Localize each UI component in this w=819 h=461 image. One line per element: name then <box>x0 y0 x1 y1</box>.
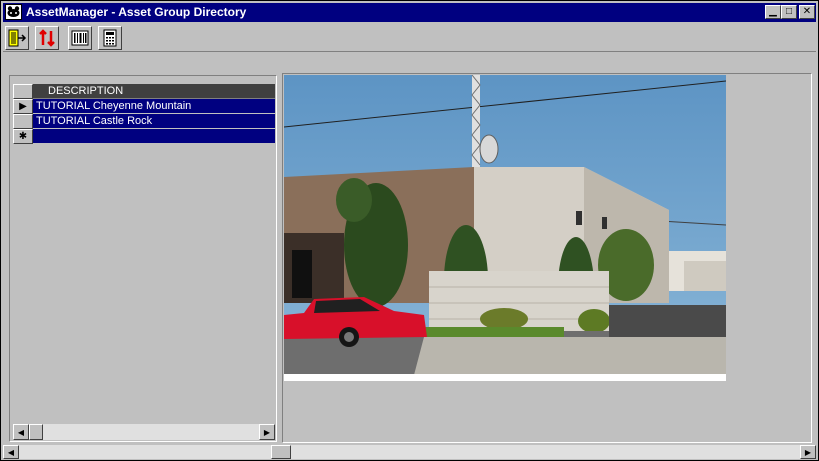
minimize-button[interactable]: ▁ <box>765 5 781 19</box>
app-logo-icon[interactable] <box>5 4 22 20</box>
table-row[interactable]: ▶ TUTORIAL Cheyenne Mountain <box>13 99 275 114</box>
scroll-left-button[interactable]: ◀ <box>13 424 29 440</box>
toolbar <box>3 24 816 52</box>
calculator-button[interactable] <box>98 26 122 50</box>
asset-group-list-panel: DESCRIPTION ▶ TUTORIAL Cheyenne Mountain… <box>9 75 277 442</box>
building-photo-image <box>284 75 726 381</box>
app-window: AssetManager - Asset Group Directory ▁ □… <box>0 0 819 461</box>
asset-image-panel <box>282 73 812 443</box>
barcode-button[interactable] <box>68 26 92 50</box>
description-cell[interactable]: TUTORIAL Cheyenne Mountain <box>33 99 275 114</box>
maximize-button[interactable]: □ <box>781 5 797 19</box>
sort-button[interactable] <box>35 26 59 50</box>
scroll-thumb[interactable] <box>271 445 291 459</box>
description-cell[interactable]: TUTORIAL Castle Rock <box>33 114 275 129</box>
row-indicator[interactable] <box>13 114 33 129</box>
window-horizontal-scrollbar[interactable]: ◀ ▶ <box>3 445 816 459</box>
barcode-icon <box>71 30 89 46</box>
new-record-row[interactable]: ✱ <box>13 129 275 144</box>
sort-arrows-icon <box>39 29 55 47</box>
scroll-thumb[interactable] <box>29 424 43 440</box>
calculator-icon <box>103 29 117 47</box>
asset-group-grid: DESCRIPTION ▶ TUTORIAL Cheyenne Mountain… <box>13 84 275 144</box>
row-indicator[interactable]: ▶ <box>13 99 33 114</box>
new-record-indicator[interactable]: ✱ <box>13 129 33 144</box>
table-row[interactable]: TUTORIAL Castle Rock <box>13 114 275 129</box>
description-cell[interactable] <box>33 129 275 144</box>
column-header-description[interactable]: DESCRIPTION <box>33 84 275 99</box>
grid-horizontal-scrollbar[interactable]: ◀ ▶ <box>13 424 275 440</box>
scroll-left-button[interactable]: ◀ <box>3 445 19 459</box>
grid-corner-cell[interactable] <box>13 84 33 99</box>
close-button[interactable]: ✕ <box>799 5 815 19</box>
scroll-right-button[interactable]: ▶ <box>259 424 275 440</box>
grid-header-row: DESCRIPTION <box>13 84 275 99</box>
title-bar[interactable]: AssetManager - Asset Group Directory ▁ □… <box>3 3 816 22</box>
scroll-right-button[interactable]: ▶ <box>800 445 816 459</box>
window-title: AssetManager - Asset Group Directory <box>26 5 247 19</box>
asset-photo <box>284 75 726 381</box>
exit-door-icon <box>8 29 27 47</box>
exit-button[interactable] <box>5 26 29 50</box>
